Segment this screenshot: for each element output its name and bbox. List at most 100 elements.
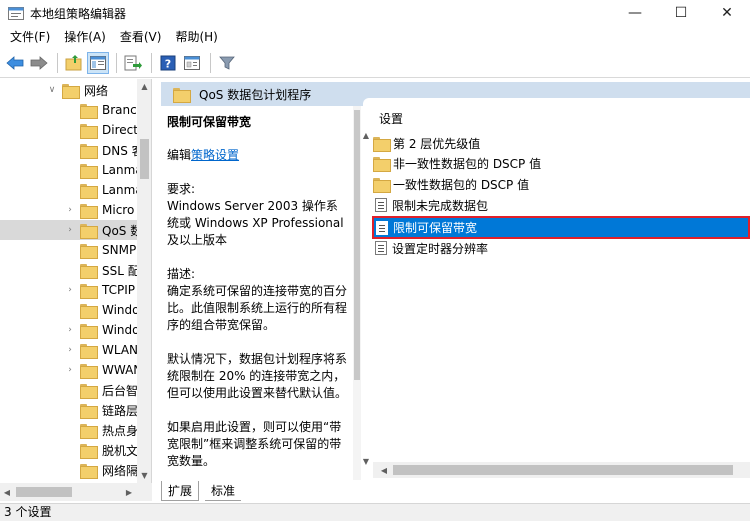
navigation-tree[interactable]: ∨ 网络 Branch Direct DNS 客 Lanma Lanma › M… (0, 79, 152, 483)
expand-chevron-icon[interactable] (64, 424, 76, 436)
tab-extended[interactable]: 扩展 (161, 481, 200, 501)
scroll-down-arrow-icon[interactable]: ▼ (363, 454, 372, 468)
scroll-up-arrow-icon[interactable]: ▲ (363, 128, 372, 142)
status-text: 3 个设置 (4, 505, 52, 519)
list-vertical-scrollbar[interactable]: ▲ ▼ (363, 128, 372, 468)
tree-item[interactable]: › Micro (0, 200, 151, 220)
help-icon: ? (160, 55, 176, 70)
maximize-button[interactable]: ☐ (658, 0, 704, 26)
expand-chevron-icon[interactable] (64, 244, 76, 256)
list-item-setting-selected[interactable]: 限制可保留带宽 (372, 216, 750, 239)
scroll-left-arrow-icon[interactable]: ◀ (377, 462, 391, 478)
tree-item-label: 脱机文 (102, 443, 139, 458)
tree-item-network[interactable]: ∨ 网络 (0, 80, 151, 100)
tree-item[interactable]: 后台智 (0, 380, 151, 400)
tree-item-qos-selected[interactable]: › QoS 数 (0, 220, 151, 240)
forward-button[interactable] (28, 52, 50, 74)
expand-chevron-icon[interactable]: › (64, 324, 76, 336)
scroll-thumb[interactable] (354, 110, 360, 380)
tree-item[interactable]: › WWAN (0, 360, 151, 380)
properties-button[interactable] (181, 52, 203, 74)
expand-chevron-icon[interactable]: › (64, 224, 76, 236)
tree-item-label: 热点身 (102, 423, 139, 438)
list-column-header[interactable]: 设置 (379, 110, 403, 127)
list-item-setting[interactable]: 限制未完成数据包 (373, 195, 750, 215)
tree-item[interactable]: Direct (0, 120, 151, 140)
expand-chevron-icon[interactable] (64, 384, 76, 396)
list-item-label: 限制未完成数据包 (392, 198, 489, 213)
tree-item[interactable]: › TCPIP (0, 280, 151, 300)
up-one-level-button[interactable] (63, 52, 85, 74)
window-title: 本地组策略编辑器 (30, 6, 127, 21)
scroll-thumb[interactable] (16, 487, 72, 497)
list-item-folder[interactable]: 非一致性数据包的 DSCP 值 (373, 153, 750, 173)
tree-item[interactable]: DNS 客 (0, 140, 151, 160)
collapse-chevron-icon[interactable]: ∨ (46, 84, 58, 96)
menu-help[interactable]: 帮助(H) (168, 26, 224, 48)
list-item-setting[interactable]: 设置定时器分辨率 (373, 238, 750, 258)
expand-chevron-icon[interactable]: › (64, 204, 76, 216)
tree-horizontal-scrollbar[interactable]: ◀ ▶ (0, 483, 152, 501)
tree-item[interactable]: Branch (0, 100, 151, 120)
expand-chevron-icon[interactable]: › (64, 364, 76, 376)
expand-chevron-icon[interactable] (64, 104, 76, 116)
minimize-button[interactable]: — (612, 0, 658, 26)
expand-chevron-icon[interactable]: › (64, 344, 76, 356)
scroll-thumb[interactable] (393, 465, 733, 475)
list-item-label: 一致性数据包的 DSCP 值 (393, 177, 530, 192)
help-button[interactable]: ? (157, 52, 179, 74)
close-button[interactable]: ✕ (704, 0, 750, 26)
expand-chevron-icon[interactable] (64, 404, 76, 416)
expand-chevron-icon[interactable] (64, 464, 76, 476)
tree-item[interactable]: 脱机文 (0, 440, 151, 460)
description-label: 描述: (167, 267, 196, 281)
description-title: 限制可保留带宽 (167, 115, 252, 129)
show-hide-tree-button[interactable] (87, 51, 109, 74)
tree-item[interactable]: Lanma (0, 160, 151, 180)
filter-button[interactable] (216, 52, 238, 74)
tree-item[interactable]: 链路层 (0, 400, 151, 420)
forward-arrow-icon (30, 55, 48, 70)
tab-standard[interactable]: 标准 (205, 481, 242, 501)
scroll-down-arrow-icon[interactable]: ▼ (137, 468, 151, 483)
folder-icon (80, 103, 98, 119)
expand-chevron-icon[interactable] (64, 184, 76, 196)
tree-item[interactable]: 热点身 (0, 420, 151, 440)
folder-icon (80, 343, 98, 359)
tree-item[interactable]: 网络隔 (0, 460, 151, 480)
expand-chevron-icon[interactable] (64, 164, 76, 176)
scroll-left-arrow-icon[interactable]: ◀ (0, 483, 14, 501)
tree-vertical-scrollbar[interactable]: ▲ ▼ (137, 79, 151, 483)
tree-item[interactable]: SNMP (0, 240, 151, 260)
folder-icon (80, 243, 98, 259)
expand-chevron-icon[interactable] (64, 304, 76, 316)
back-button[interactable] (4, 52, 26, 74)
tree-item[interactable]: SSL 配 (0, 260, 151, 280)
expand-chevron-icon[interactable]: › (64, 284, 76, 296)
tree-item-label: 后台智 (102, 383, 139, 398)
expand-chevron-icon[interactable] (64, 124, 76, 136)
list-item-label: 第 2 层优先级值 (393, 136, 481, 151)
scroll-up-arrow-icon[interactable]: ▲ (137, 79, 151, 94)
tree-item[interactable]: Windo (0, 300, 151, 320)
menu-action[interactable]: 操作(A) (57, 26, 113, 48)
tree-item-label: SSL 配 (102, 263, 140, 278)
edit-policy-link[interactable]: 策略设置 (191, 148, 239, 162)
expand-chevron-icon[interactable] (64, 444, 76, 456)
list-horizontal-scrollbar[interactable]: ◀ (373, 462, 750, 478)
title-bar: 本地组策略编辑器 — ☐ ✕ (0, 0, 750, 26)
menu-file[interactable]: 文件(F) (3, 26, 57, 48)
tree-item[interactable]: › Windo (0, 320, 151, 340)
menu-view[interactable]: 查看(V) (113, 26, 169, 48)
scroll-thumb[interactable] (140, 139, 149, 179)
expand-chevron-icon[interactable] (64, 264, 76, 276)
scroll-right-arrow-icon[interactable]: ▶ (122, 483, 136, 501)
tree-item[interactable]: › WLAN (0, 340, 151, 360)
list-item-folder[interactable]: 一致性数据包的 DSCP 值 (373, 174, 750, 194)
list-item-folder[interactable]: 第 2 层优先级值 (373, 133, 750, 153)
folder-icon (80, 283, 98, 299)
expand-chevron-icon[interactable] (64, 144, 76, 156)
description-vertical-scrollbar[interactable] (353, 106, 361, 480)
export-list-button[interactable] (122, 52, 144, 74)
tree-item[interactable]: Lanma (0, 180, 151, 200)
